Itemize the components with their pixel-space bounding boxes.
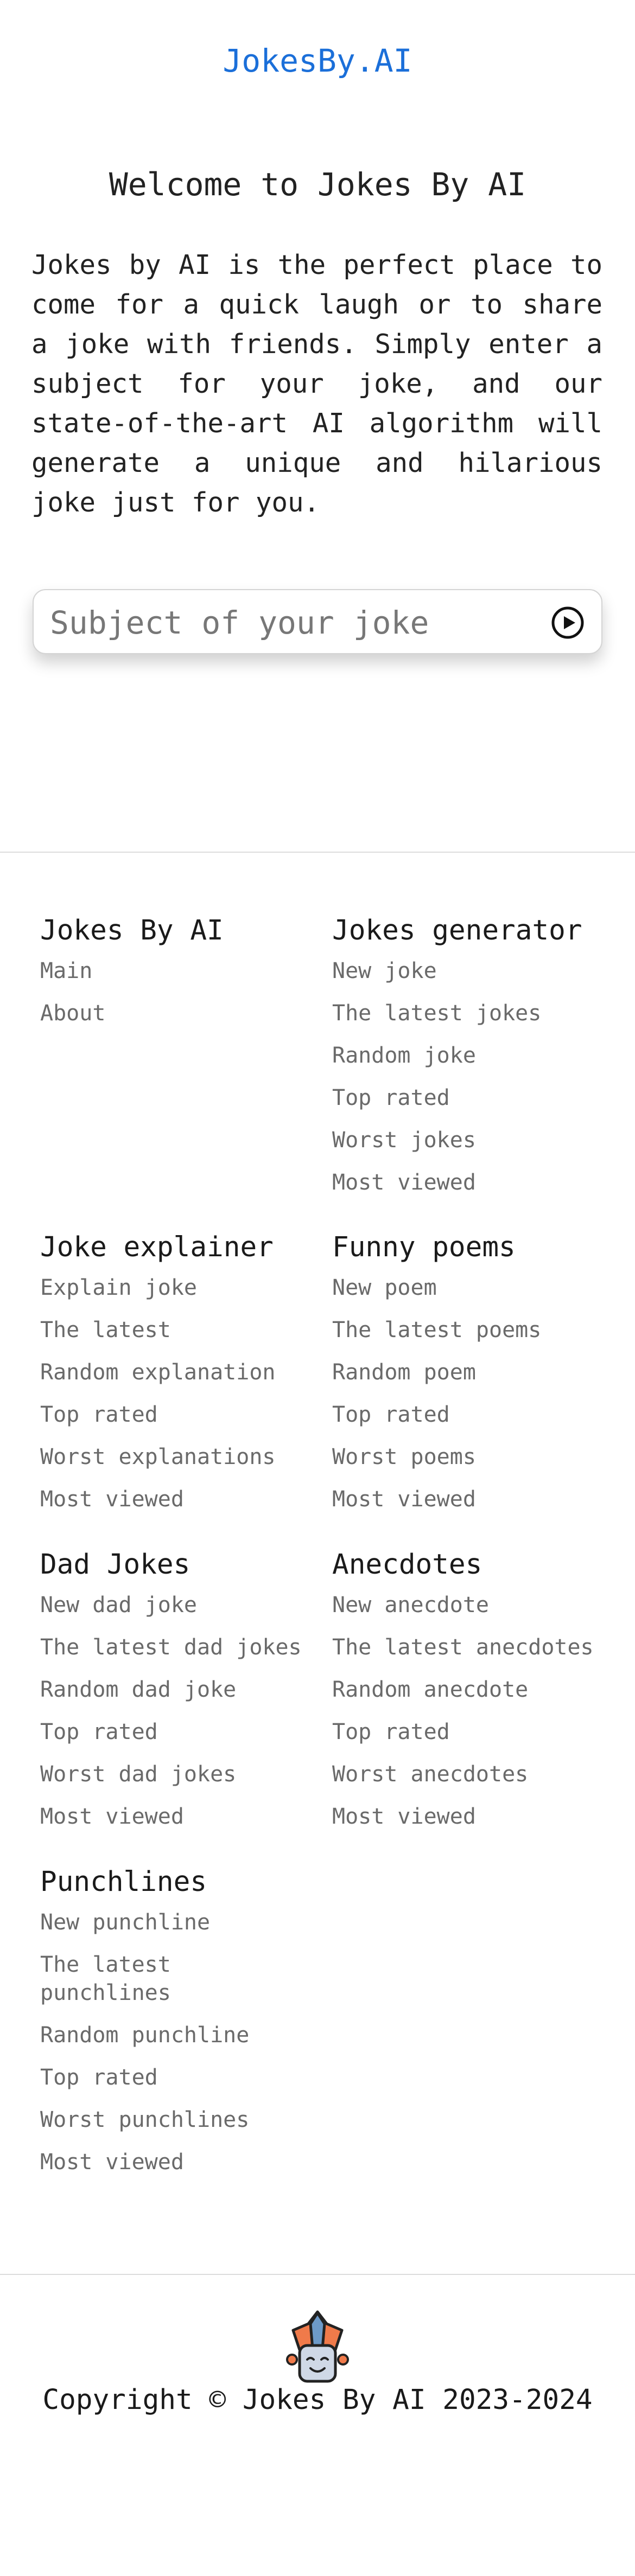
footer-section-title: Punchlines xyxy=(40,1866,207,1898)
footer-link-most-viewed[interactable]: Most viewed xyxy=(40,1485,333,1513)
footer-link-most-viewed[interactable]: Most viewed xyxy=(40,2148,295,2176)
footer-link-worst-punchlines[interactable]: Worst punchlines xyxy=(40,2106,295,2134)
footer-section-title: Joke explainer xyxy=(40,1231,274,1263)
footer-link-random-poem[interactable]: Random poem xyxy=(332,1358,625,1386)
jester-icon xyxy=(286,2310,349,2383)
footer-section-title: Dad Jokes xyxy=(40,1549,190,1581)
footer-link-explain-joke[interactable]: Explain joke xyxy=(40,1274,333,1302)
footer-link-latest-dad-jokes[interactable]: The latest dad jokes xyxy=(40,1633,333,1661)
footer-link-most-viewed[interactable]: Most viewed xyxy=(40,1802,333,1831)
footer-link-new-dad-joke[interactable]: New dad joke xyxy=(40,1591,333,1619)
footer-section-dad-jokes: Dad Jokes New dad joke The latest dad jo… xyxy=(40,1549,333,1845)
footer-link-latest-poems[interactable]: The latest poems xyxy=(332,1316,625,1344)
footer-link-worst-poems[interactable]: Worst poems xyxy=(332,1443,625,1471)
footer-link-main[interactable]: Main xyxy=(40,957,333,985)
footer-link-new-punchline[interactable]: New punchline xyxy=(40,1908,295,1936)
footer-link-top-rated[interactable]: Top rated xyxy=(40,2063,295,2092)
copyright-text: Copyright © Jokes By AI 2023-2024 xyxy=(42,2384,593,2416)
footer-link-most-viewed[interactable]: Most viewed xyxy=(332,1802,625,1831)
joke-subject-input[interactable] xyxy=(49,600,529,645)
footer-section-title: Jokes By AI xyxy=(40,915,224,947)
intro-text: Jokes by AI is the perfect place to come… xyxy=(31,250,602,518)
footer-link-random-punchline[interactable]: Random punchline xyxy=(40,2021,295,2049)
footer-link-about[interactable]: About xyxy=(40,999,333,1027)
footer-link-most-viewed[interactable]: Most viewed xyxy=(332,1168,625,1197)
footer-link-top-rated[interactable]: Top rated xyxy=(40,1401,333,1429)
footer-link-new-poem[interactable]: New poem xyxy=(332,1274,625,1302)
page-title: Welcome to Jokes By AI xyxy=(109,166,526,203)
footer-link-new-anecdote[interactable]: New anecdote xyxy=(332,1591,625,1619)
footer-section-jokes-by-ai: Jokes By AI Main About xyxy=(40,915,333,1041)
footer-bottom-divider xyxy=(0,2274,635,2275)
footer-divider xyxy=(0,852,635,853)
footer-link-top-rated[interactable]: Top rated xyxy=(332,1401,625,1429)
footer-link-top-rated[interactable]: Top rated xyxy=(332,1084,625,1112)
footer-section-anecdotes: Anecdotes New anecdote The latest anecdo… xyxy=(332,1549,625,1845)
site-logo[interactable]: JokesBy.AI xyxy=(0,42,635,79)
footer-link-top-rated[interactable]: Top rated xyxy=(332,1718,625,1746)
footer-link-random-explanation[interactable]: Random explanation xyxy=(40,1358,333,1386)
footer-link-most-viewed[interactable]: Most viewed xyxy=(332,1485,625,1513)
footer-section-punchlines: Punchlines New punchline The latest punc… xyxy=(40,1866,295,2190)
footer-link-latest-jokes[interactable]: The latest jokes xyxy=(332,999,625,1027)
footer-link-new-joke[interactable]: New joke xyxy=(332,957,625,985)
footer-section-funny-poems: Funny poems New poem The latest poems Ra… xyxy=(332,1231,625,1527)
footer-link-worst-dad-jokes[interactable]: Worst dad jokes xyxy=(40,1760,333,1788)
footer-section-title: Jokes generator xyxy=(332,915,582,947)
footer-link-worst-explanations[interactable]: Worst explanations xyxy=(40,1443,333,1471)
footer-link-random-anecdote[interactable]: Random anecdote xyxy=(332,1676,625,1704)
footer-link-latest[interactable]: The latest xyxy=(40,1316,333,1344)
footer-link-worst-jokes[interactable]: Worst jokes xyxy=(332,1126,625,1154)
footer-link-latest-punchlines[interactable]: The latest punchlines xyxy=(40,1951,295,2007)
footer-link-latest-anecdotes[interactable]: The latest anecdotes xyxy=(332,1633,625,1661)
footer-link-random-joke[interactable]: Random joke xyxy=(332,1041,625,1070)
footer-section-title: Funny poems xyxy=(332,1231,516,1263)
joke-subject-form xyxy=(33,589,602,654)
play-circle-icon[interactable] xyxy=(550,605,585,640)
footer-section-jokes-generator: Jokes generator New joke The latest joke… xyxy=(332,915,625,1211)
footer-section-joke-explainer: Joke explainer Explain joke The latest R… xyxy=(40,1231,333,1527)
footer-link-random-dad-joke[interactable]: Random dad joke xyxy=(40,1676,333,1704)
footer-link-worst-anecdotes[interactable]: Worst anecdotes xyxy=(332,1760,625,1788)
footer-link-top-rated[interactable]: Top rated xyxy=(40,1718,333,1746)
footer-section-title: Anecdotes xyxy=(332,1549,482,1581)
